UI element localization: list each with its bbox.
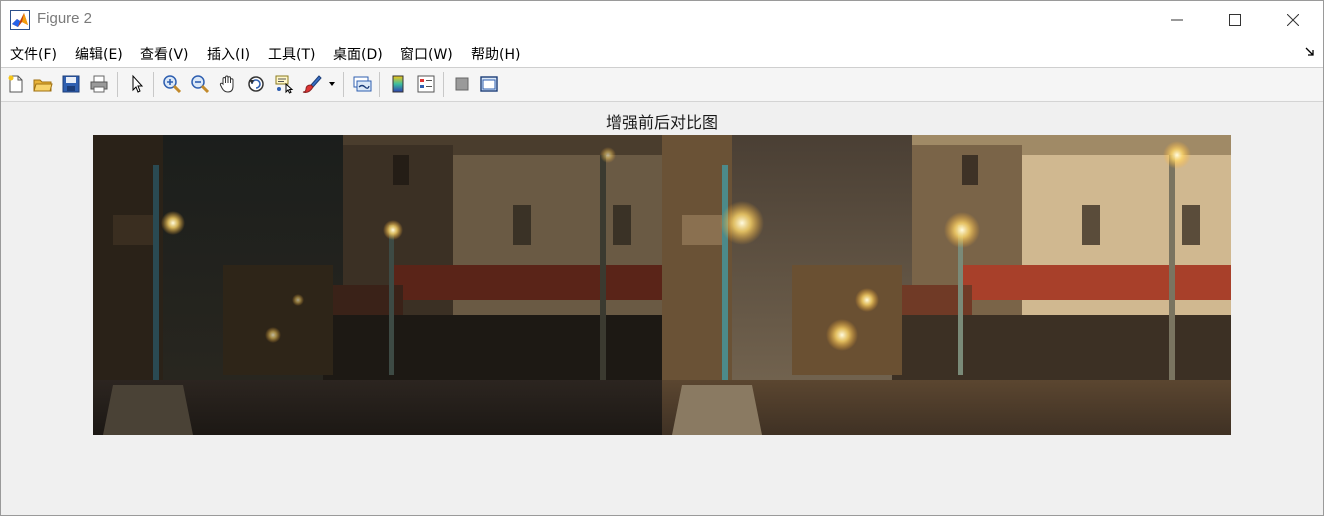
menu-window[interactable]: 窗口(W) [400,44,453,64]
link-plot-icon [353,76,372,92]
colorbar-button[interactable] [387,73,409,95]
menu-desktop[interactable]: 桌面(D) [333,44,383,64]
menu-help[interactable]: 帮助(H) [471,44,520,64]
save-icon [62,75,80,93]
maximize-icon [1229,14,1241,26]
colorbar-icon [392,75,404,93]
menu-view[interactable]: 查看(V) [140,44,189,64]
comparison-image [93,135,1231,435]
menu-insert[interactable]: 插入(I) [207,44,250,64]
new-figure-button[interactable] [5,73,27,95]
show-plot-tools-button[interactable] [478,73,500,95]
link-plot-button[interactable] [351,73,373,95]
new-figure-icon [8,75,23,93]
minimize-button[interactable] [1148,1,1206,39]
enhanced-image [662,135,1231,435]
rotate-3d-icon [248,76,264,92]
data-cursor-button[interactable] [273,73,295,95]
menu-bar: 文件(F) 编辑(E) 查看(V) 插入(I) 工具(T) 桌面(D) 窗口(W… [1,39,1323,67]
menu-file[interactable]: 文件(F) [10,44,57,64]
close-button[interactable] [1264,1,1322,39]
save-button[interactable] [60,73,82,95]
legend-button[interactable] [415,73,437,95]
toolbar-separator [343,72,344,97]
figure-window: Figure 2 文件(F) 编辑(E) 查看(V) 插入(I) 工具(T) 桌… [0,0,1324,516]
window-title: Figure 2 [37,10,93,27]
pan-hand-icon [219,75,234,93]
brush-icon [302,75,322,93]
toolbar-separator [443,72,444,97]
toolbar-separator [117,72,118,97]
matlab-logo-icon [10,10,30,30]
zoom-in-icon [163,75,182,94]
title-bar: Figure 2 [1,1,1323,39]
brush-dropdown-button[interactable] [326,73,338,95]
open-file-icon [33,79,53,92]
zoom-out-icon [191,75,210,94]
maximize-button[interactable] [1206,1,1264,39]
data-cursor-icon [275,75,294,94]
chevron-down-icon [329,82,335,86]
toolbar-separator [379,72,380,97]
hide-plot-tools-button[interactable] [451,73,473,95]
rotate-3d-button[interactable] [245,73,267,95]
pointer-icon [132,74,144,93]
brush-button[interactable] [301,73,323,95]
image-axes [93,135,1231,435]
menu-tools[interactable]: 工具(T) [268,44,315,64]
open-file-button[interactable] [32,73,54,95]
figure-toolbar [1,68,1323,102]
close-icon [1287,14,1299,26]
toolbar-separator [153,72,154,97]
legend-icon [417,75,435,93]
print-icon [90,75,108,93]
menu-edit[interactable]: 编辑(E) [75,44,123,64]
zoom-out-button[interactable] [189,73,211,95]
pointer-button[interactable] [126,73,148,95]
figure-title: 增强前后对比图 [605,113,718,132]
dock-arrow-icon[interactable] [1305,47,1315,57]
pan-button[interactable] [217,73,239,95]
hide-plot-tools-icon [455,77,469,91]
original-image [93,135,662,435]
zoom-in-button[interactable] [161,73,183,95]
minimize-icon [1171,19,1183,21]
print-button[interactable] [88,73,110,95]
show-plot-tools-icon [480,76,498,92]
